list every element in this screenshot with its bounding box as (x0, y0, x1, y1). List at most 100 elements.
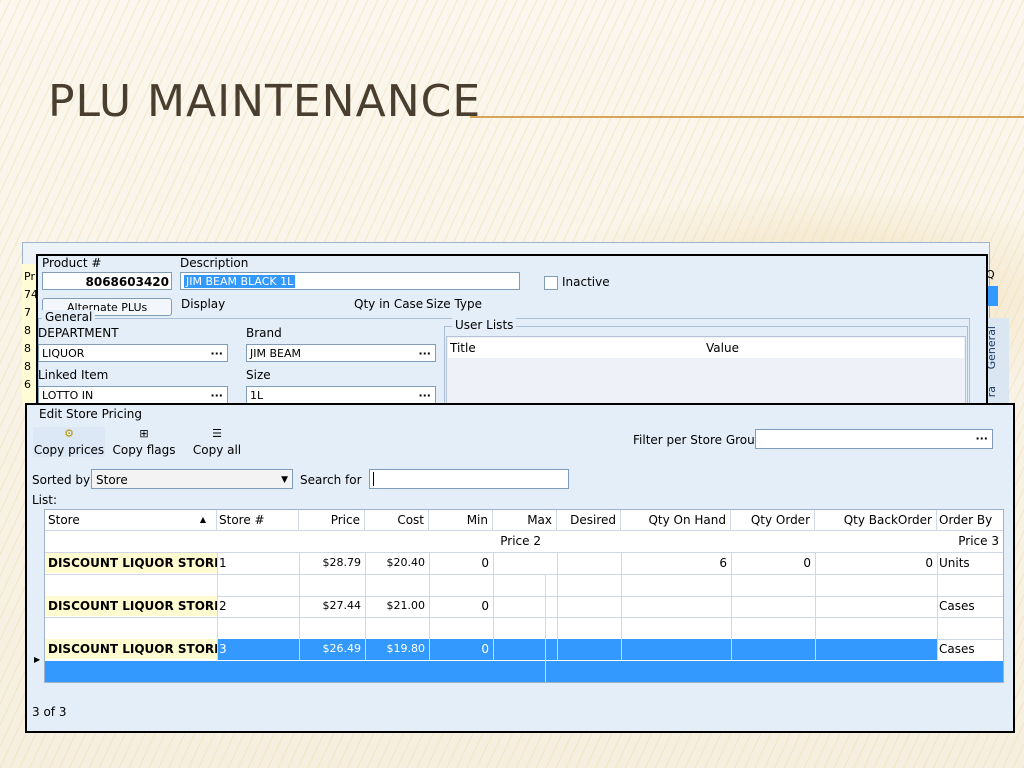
general-group-title: General (42, 310, 96, 324)
table-cell-min[interactable]: 0 (429, 639, 493, 659)
linked-item-value: LOTTO IN (42, 389, 94, 402)
department-field[interactable]: LIQUOR ··· (38, 344, 228, 362)
table-cell-store-number[interactable]: 2 (219, 596, 299, 616)
grid-line (731, 552, 732, 660)
search-input[interactable] (369, 469, 569, 489)
filter-store-group-field[interactable]: ··· (755, 429, 993, 449)
grid-line (937, 552, 938, 660)
sort-ascending-icon: ▲ (199, 515, 206, 524)
copy-all-button[interactable]: ☰ Copy all (189, 427, 245, 457)
department-value: LIQUOR (42, 347, 85, 360)
size-value: 1L (250, 389, 264, 402)
filter-browse-icon[interactable]: ··· (975, 430, 988, 448)
copy-prices-button[interactable]: ⚙ Copy prices (33, 427, 105, 457)
grid-line (545, 574, 546, 682)
sorted-by-label: Sorted by (32, 473, 91, 487)
grid-line (217, 552, 218, 660)
size-field[interactable]: 1L ··· (246, 386, 436, 404)
brand-label: Brand (246, 326, 282, 340)
table-cell-min[interactable]: 0 (429, 596, 493, 616)
column-header-qty-order[interactable]: Qty Order (731, 510, 815, 530)
column-header-desired[interactable]: Desired (557, 510, 621, 530)
sorted-by-select[interactable]: Store ▼ (91, 469, 293, 489)
grid-line (557, 552, 558, 660)
filter-store-group-label: Filter per Store Group (633, 433, 763, 447)
subheader-price3: Price 3 (958, 534, 999, 548)
table-cell-qty-on-hand[interactable]: 6 (621, 553, 731, 573)
grid-line (299, 552, 300, 660)
slide-title: PLU MAINTENANCE (48, 76, 482, 127)
copy-flags-label: Copy flags (112, 443, 176, 457)
size-type-label: Size Type (426, 297, 483, 311)
brand-value: JIM BEAM (250, 347, 301, 360)
grid-line (815, 552, 816, 660)
table-cell-order-by[interactable]: Cases (939, 639, 1003, 659)
table-cell-price[interactable]: $26.49 (299, 639, 365, 659)
display-label: Display (181, 297, 226, 311)
table-cell-qty-order[interactable]: 0 (731, 553, 815, 573)
product-number-label: Product # (42, 256, 102, 270)
column-header-price[interactable]: Price (299, 510, 365, 530)
grid-line (429, 552, 430, 660)
table-cell-order-by[interactable]: Units (939, 553, 1003, 573)
store-pricing-title: Edit Store Pricing (39, 407, 143, 421)
record-count: 3 of 3 (32, 705, 67, 719)
selected-row-price3-line[interactable] (45, 661, 1003, 682)
table-cell-store-number[interactable]: 3 (219, 639, 299, 659)
column-header-qty-backorder[interactable]: Qty BackOrder (815, 510, 937, 530)
table-row-store[interactable]: DISCOUNT LIQUOR STORE : (45, 596, 217, 616)
list-label: List: (32, 493, 58, 507)
description-field[interactable]: JIM BEAM BLACK 1L (180, 272, 520, 290)
user-lists-title: User Lists (452, 318, 517, 332)
column-header-order-by[interactable]: Order By (937, 510, 1003, 530)
text-cursor (373, 472, 374, 486)
table-cell-price[interactable]: $28.79 (299, 553, 365, 573)
grid-line (621, 552, 622, 660)
department-browse-icon[interactable]: ··· (210, 345, 223, 363)
copy-all-label: Copy all (192, 443, 242, 457)
table-row-store[interactable]: DISCOUNT LIQUOR STORE : (45, 639, 217, 659)
table-cell-min[interactable]: 0 (429, 553, 493, 573)
column-header-min[interactable]: Min (429, 510, 493, 530)
store-pricing-grid[interactable]: Store ▲ Store # Price Cost Min Max Desire… (44, 509, 1004, 683)
brand-browse-icon[interactable]: ··· (418, 345, 431, 363)
column-header-store-number[interactable]: Store # (217, 510, 299, 530)
grid-line (45, 574, 1003, 575)
copy-flags-icon: ⊞ (139, 427, 149, 440)
column-header-label: Store (48, 513, 80, 527)
table-cell-cost[interactable]: $20.40 (365, 553, 429, 573)
column-header-cost[interactable]: Cost (365, 510, 429, 530)
table-cell-cost[interactable]: $21.00 (365, 596, 429, 616)
description-label: Description (180, 256, 249, 270)
user-lists-col-title[interactable]: Title (448, 338, 706, 358)
linked-item-field[interactable]: LOTTO IN ··· (38, 386, 228, 404)
product-panel: Product # 8068603420 Description JIM BEA… (36, 254, 988, 408)
table-row-store[interactable]: DISCOUNT LIQUOR STORE : (45, 553, 217, 573)
subheader-price2: Price 2 (500, 534, 541, 548)
grid-line (493, 552, 494, 660)
brand-field[interactable]: JIM BEAM ··· (246, 344, 436, 362)
sorted-by-value: Store (96, 473, 128, 487)
table-cell-order-by[interactable]: Cases (939, 596, 1003, 616)
column-header-qty-on-hand[interactable]: Qty On Hand (621, 510, 731, 530)
copy-prices-icon: ⚙ (64, 427, 74, 440)
copy-flags-button[interactable]: ⊞ Copy flags (111, 427, 177, 457)
copy-prices-label: Copy prices (33, 443, 105, 457)
chevron-down-icon: ▼ (281, 475, 288, 485)
table-cell-cost[interactable]: $19.80 (365, 639, 429, 659)
column-header-max[interactable]: Max (493, 510, 557, 530)
inactive-label: Inactive (562, 275, 610, 289)
inactive-checkbox[interactable] (544, 276, 558, 290)
grid-line (365, 552, 366, 660)
column-header-store[interactable]: Store ▲ (45, 510, 217, 530)
table-cell-store-number[interactable]: 1 (219, 553, 299, 573)
copy-all-icon: ☰ (212, 427, 222, 440)
user-lists-col-value[interactable]: Value (704, 338, 964, 358)
table-cell-price[interactable]: $27.44 (299, 596, 365, 616)
product-number-field[interactable]: 8068603420 (42, 272, 172, 290)
qty-in-case-label: Qty in Case (354, 297, 424, 311)
linked-item-label: Linked Item (38, 368, 109, 382)
size-label: Size (246, 368, 271, 382)
table-cell-qty-backorder[interactable]: 0 (815, 553, 937, 573)
grid-line (45, 617, 1003, 618)
